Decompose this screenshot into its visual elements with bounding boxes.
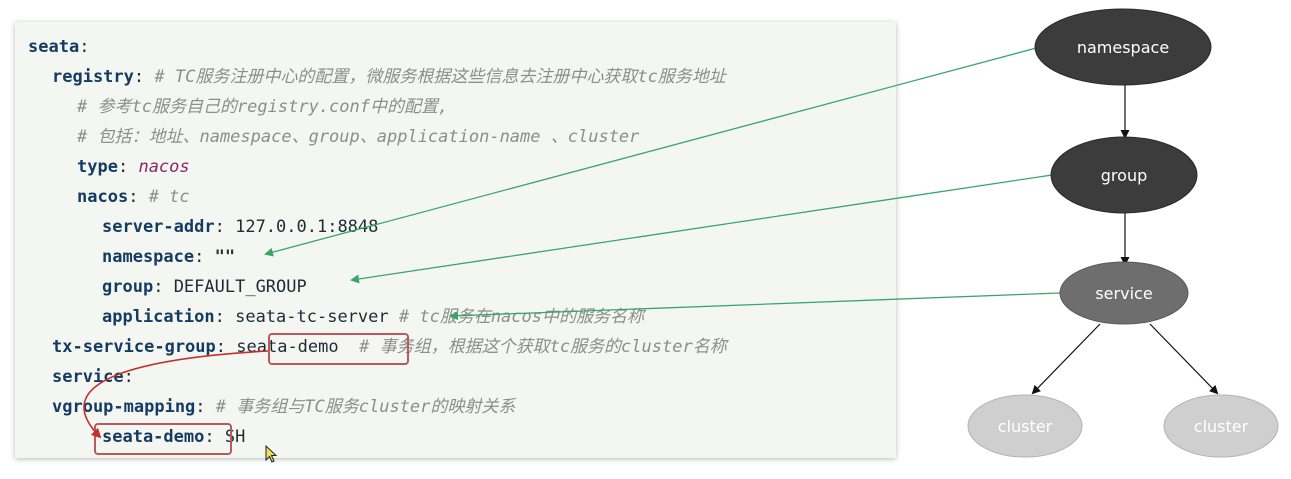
arrow-seata-demo-mapping [83,350,269,439]
diagram-overlay: namespace group service cluster cluster [83,8,1279,463]
node-service: service [1059,261,1189,325]
node-namespace-label: namespace [1077,38,1169,57]
edge-service-cluster-left [1031,323,1101,395]
node-cluster-left-label: cluster [998,417,1053,436]
edge-service-cluster-right [1149,323,1219,395]
arrow-service-to-config [449,292,1061,321]
node-namespace: namespace [1034,8,1212,86]
arrow-group-to-config [350,174,1053,284]
node-cluster-left: cluster [967,394,1083,458]
node-group: group [1050,136,1198,214]
mouse-cursor-icon [265,444,278,463]
node-group-label: group [1101,166,1147,185]
node-service-label: service [1095,284,1152,303]
node-cluster-right-label: cluster [1194,417,1249,436]
arrow-namespace-to-config [264,46,1041,257]
node-cluster-right: cluster [1163,394,1279,458]
